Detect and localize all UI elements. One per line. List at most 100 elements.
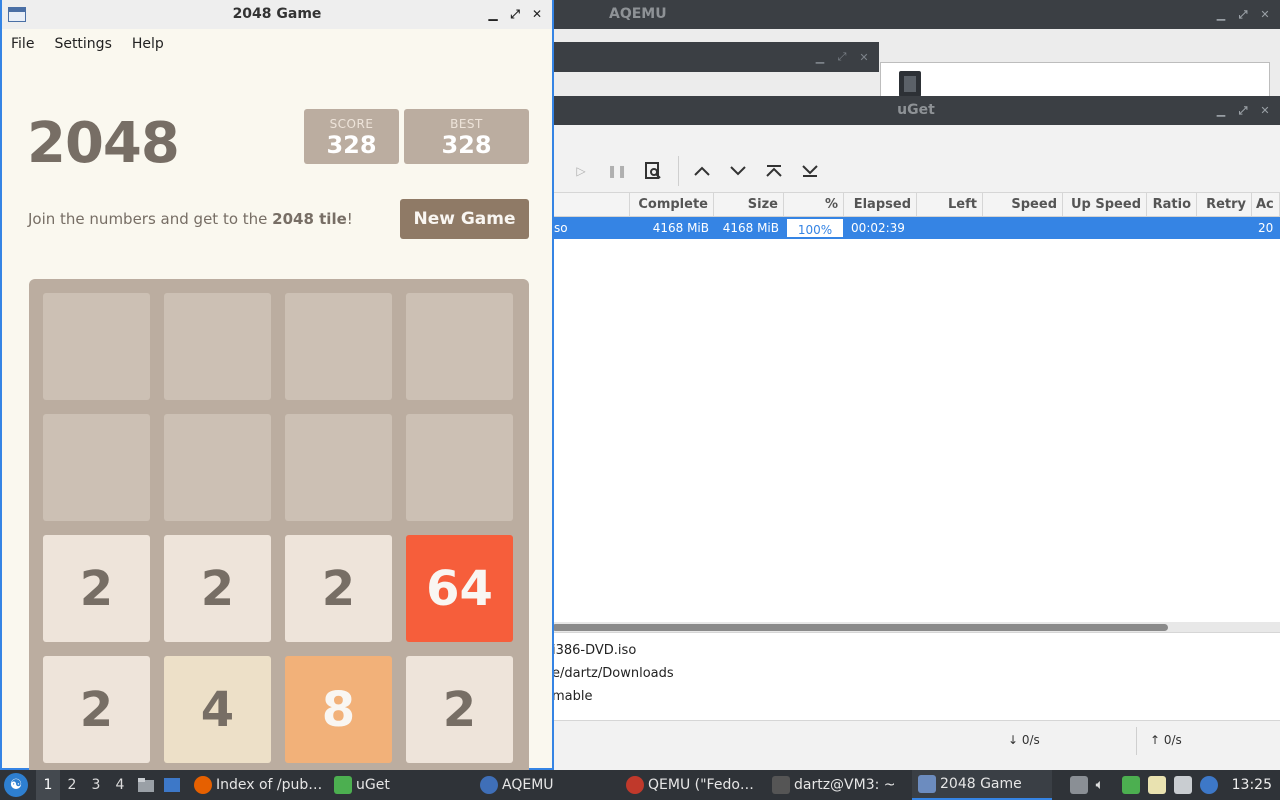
row-complete: 4168 MiB [652,221,709,235]
desktop-icon[interactable] [160,773,184,797]
maximize-icon[interactable]: ⤢ [1236,8,1250,22]
column-header-size[interactable]: Size [714,193,784,216]
column-header-percent[interactable]: % [784,193,844,216]
maximize-icon[interactable]: ⤢ [508,7,522,22]
empty-cell [285,414,392,521]
close-icon[interactable]: ✕ [857,50,871,64]
intro-bold: 2048 tile [272,210,347,228]
terminal-icon [772,776,790,794]
notification-icon[interactable] [1199,776,1218,794]
game-window-title: 2048 Game [232,6,322,22]
uget-titlebar[interactable]: uGet ▁ ⤢ ✕ [552,96,1280,125]
task-label: uGet [356,777,390,793]
task-2048-game[interactable]: 2048 Game [912,770,1052,800]
task-qemu[interactable]: QEMU ("Fedo… [620,770,766,800]
pause-icon[interactable]: ❚❚ [602,156,632,186]
volume-icon[interactable]: 🔈︎ [1096,776,1114,794]
uget-menubar [552,125,1280,149]
new-game-button[interactable]: New Game [400,199,529,239]
row-progress: 100% [786,218,844,238]
minimize-icon[interactable]: ▁ [813,50,827,64]
maximize-icon[interactable]: ⤢ [1236,104,1250,118]
tile-2: 2 [285,535,392,642]
move-up-icon[interactable] [687,156,717,186]
task-firefox[interactable]: Index of /pub… [188,770,328,800]
tile-2: 2 [164,535,271,642]
file-manager-icon[interactable] [134,773,158,797]
column-header-name[interactable] [552,193,630,216]
uget-toolbar: ▷ ❚❚ [552,149,1280,193]
network-icon[interactable] [1173,776,1192,794]
move-down-icon[interactable] [723,156,753,186]
uget-tray-icon[interactable] [1121,776,1140,794]
column-header-added[interactable]: Ac [1252,193,1280,216]
download-list-area[interactable] [552,239,1280,622]
column-header-complete[interactable]: Complete [630,193,714,216]
intro-suffix: ! [346,210,353,228]
tile-2: 2 [406,656,513,763]
task-aqemu[interactable]: AQEMU [474,770,620,800]
aqemu-subwindow-titlebar[interactable]: ▁ ⤢ ✕ [552,42,879,72]
empty-cell [164,293,271,400]
qemu-icon [626,776,644,794]
aqemu-titlebar[interactable]: AQEMU ▁ ⤢ ✕ [552,0,1280,29]
task-label: AQEMU [502,777,554,793]
clipboard-icon[interactable] [1147,776,1166,794]
table-row[interactable]: so 4168 MiB 4168 MiB 100% 00:02:39 20 [552,217,1280,239]
empty-cell [406,293,513,400]
minimize-icon[interactable]: ▁ [486,7,500,22]
uget-window: uGet ▁ ⤢ ✕ ▷ ❚❚ Complete Size % Elapsed … [552,96,1280,770]
horizontal-scrollbar[interactable] [552,622,1280,632]
game-menubar: File Settings Help [2,29,552,59]
row-left [917,217,983,239]
aqemu-title: AQEMU [609,6,667,22]
uget-icon [334,776,352,794]
workspace-1[interactable]: 1 [36,770,60,800]
play-icon[interactable]: ▷ [566,156,596,186]
system-tray: 🔈︎ 13:25 [1069,776,1280,794]
close-icon[interactable]: ✕ [530,7,544,22]
keyboard-icon[interactable] [1069,776,1088,794]
best-value: 328 [441,131,492,159]
row-speed [983,217,1063,239]
toolbar-separator [678,155,679,186]
task-uget[interactable]: uGet [328,770,474,800]
best-label: BEST [450,117,483,131]
column-header-ratio[interactable]: Ratio [1147,193,1197,216]
close-icon[interactable]: ✕ [1258,104,1272,118]
game-board[interactable]: 2 2 2 64 2 4 8 2 [29,279,529,779]
upload-speed: ↑ 0/s [1150,733,1182,747]
row-ratio [1147,217,1197,239]
menu-help[interactable]: Help [132,36,164,52]
workspace-4[interactable]: 4 [108,770,132,800]
maximize-icon[interactable]: ⤢ [835,50,849,64]
empty-cell [285,293,392,400]
column-header-elapsed[interactable]: Elapsed [844,193,917,216]
menu-settings[interactable]: Settings [54,36,111,52]
column-header-left[interactable]: Left [917,193,983,216]
minimize-icon[interactable]: ▁ [1214,104,1228,118]
move-bottom-icon[interactable] [795,156,825,186]
clock[interactable]: 13:25 [1232,777,1272,793]
game-window: 2048 Game ▁ ⤢ ✕ File Settings Help 2048 … [0,0,554,779]
tile-2: 2 [43,535,150,642]
properties-icon[interactable] [638,156,668,186]
column-header-retry[interactable]: Retry [1197,193,1252,216]
download-speed: ↓ 0/s [1008,733,1040,747]
close-icon[interactable]: ✕ [1258,8,1272,22]
task-terminal[interactable]: dartz@VM3: ~ [766,770,912,800]
workspace-3[interactable]: 3 [84,770,108,800]
column-header-speed[interactable]: Speed [983,193,1063,216]
start-menu-icon[interactable]: ☯ [4,773,28,797]
taskbar: ☯ 1 2 3 4 Index of /pub… uGet AQEMU QEMU… [0,770,1280,800]
column-header-up-speed[interactable]: Up Speed [1063,193,1147,216]
scrollbar-thumb[interactable] [552,624,1168,631]
game-titlebar[interactable]: 2048 Game ▁ ⤢ ✕ [2,0,552,29]
firefox-icon [194,776,212,794]
minimize-icon[interactable]: ▁ [1214,8,1228,22]
menu-file[interactable]: File [11,36,34,52]
window-icon [918,775,936,793]
tile-64: 64 [406,535,513,642]
workspace-2[interactable]: 2 [60,770,84,800]
move-top-icon[interactable] [759,156,789,186]
